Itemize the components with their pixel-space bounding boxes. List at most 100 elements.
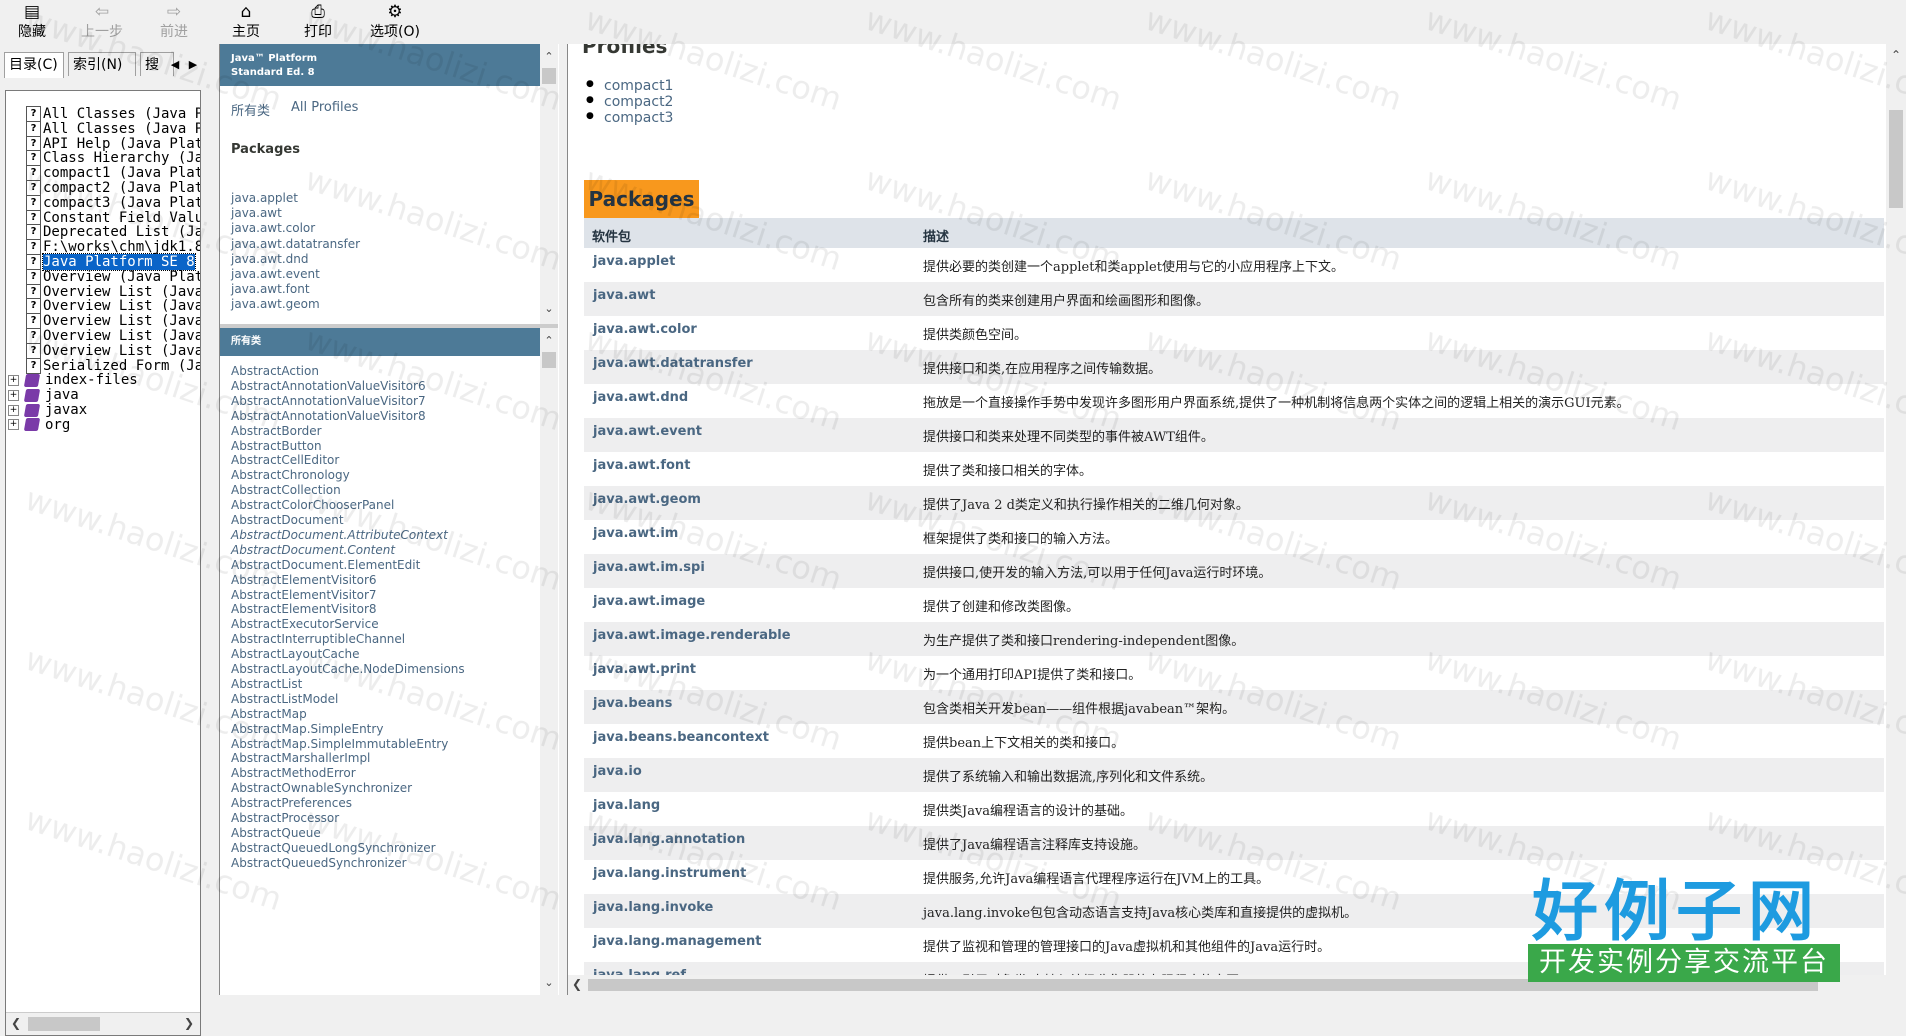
print-button[interactable]: ⎙ 打印 bbox=[288, 0, 348, 44]
package-name-link[interactable]: java.awt.image bbox=[593, 594, 705, 609]
package-name-link[interactable]: java.awt.im bbox=[593, 526, 678, 541]
options-button[interactable]: ⚙ 选项(O) bbox=[360, 0, 430, 44]
class-link[interactable]: AbstractDocument.Content bbox=[231, 543, 395, 557]
class-link[interactable]: AbstractLayoutCache.NodeDimensions bbox=[231, 662, 465, 676]
forward-button[interactable]: ⇨ 前进 bbox=[144, 0, 204, 44]
main-vertical-scrollbar[interactable]: ⌃ bbox=[1886, 44, 1906, 995]
class-link[interactable]: AbstractElementVisitor6 bbox=[231, 573, 377, 587]
scroll-right-icon[interactable]: ❯ bbox=[184, 1016, 194, 1030]
hide-button[interactable]: ▤ 隐藏 bbox=[2, 0, 62, 44]
all-classes-link[interactable]: 所有类 bbox=[231, 100, 270, 119]
class-link[interactable]: AbstractChronology bbox=[231, 468, 350, 482]
package-name-link[interactable]: java.awt.im.spi bbox=[593, 560, 705, 575]
class-link[interactable]: AbstractListModel bbox=[231, 692, 338, 706]
all-profiles-link[interactable]: All Profiles bbox=[291, 100, 358, 115]
package-name-link[interactable]: java.lang.instrument bbox=[593, 866, 746, 881]
scroll-up-icon[interactable]: ⌃ bbox=[540, 48, 558, 66]
tab-scroll-left-icon[interactable]: ◀ bbox=[168, 56, 182, 74]
tab-index[interactable]: 索引(N) bbox=[68, 52, 136, 76]
class-link[interactable]: AbstractColorChooserPanel bbox=[231, 498, 394, 512]
package-name-link[interactable]: java.awt.dnd bbox=[593, 390, 688, 405]
expand-icon[interactable]: + bbox=[8, 389, 19, 401]
package-name-link[interactable]: java.awt.image.renderable bbox=[593, 628, 791, 643]
class-link[interactable]: AbstractCollection bbox=[231, 483, 341, 497]
class-link[interactable]: AbstractAnnotationValueVisitor7 bbox=[231, 394, 426, 408]
class-link[interactable]: AbstractInterruptibleChannel bbox=[231, 632, 405, 646]
package-link[interactable]: java.applet bbox=[231, 191, 298, 205]
class-link[interactable]: AbstractExecutorService bbox=[231, 617, 379, 631]
class-link[interactable]: AbstractMethodError bbox=[231, 766, 356, 780]
package-link[interactable]: java.awt.datatransfer bbox=[231, 237, 360, 251]
class-link[interactable]: AbstractProcessor bbox=[231, 811, 339, 825]
package-name-link[interactable]: java.lang.annotation bbox=[593, 832, 745, 847]
scroll-left-icon[interactable]: ❮ bbox=[11, 1016, 21, 1030]
expand-icon[interactable]: + bbox=[8, 374, 19, 386]
home-button[interactable]: ⌂ 主页 bbox=[216, 0, 276, 44]
tab-contents[interactable]: 目录(C) bbox=[4, 52, 64, 78]
tree-horizontal-scrollbar[interactable]: ❮ ❯ bbox=[6, 1012, 200, 1035]
scroll-down-icon[interactable]: ⌄ bbox=[540, 974, 558, 992]
class-link[interactable]: AbstractMap.SimpleEntry bbox=[231, 722, 383, 736]
class-link[interactable]: AbstractDocument.AttributeContext bbox=[231, 528, 448, 542]
package-name-link[interactable]: java.lang.invoke bbox=[593, 900, 713, 915]
class-link[interactable]: AbstractAnnotationValueVisitor6 bbox=[231, 379, 426, 393]
class-link[interactable]: AbstractBorder bbox=[231, 424, 322, 438]
class-link[interactable]: AbstractButton bbox=[231, 439, 322, 453]
package-link[interactable]: java.awt.font bbox=[231, 282, 310, 296]
class-link[interactable]: AbstractMap.SimpleImmutableEntry bbox=[231, 737, 448, 751]
class-link[interactable]: AbstractDocument.ElementEdit bbox=[231, 558, 420, 572]
class-link[interactable]: AbstractDocument bbox=[231, 513, 344, 527]
profile-link[interactable]: compact3 bbox=[586, 110, 674, 126]
package-link[interactable]: java.awt.geom bbox=[231, 297, 320, 311]
frame-splitter[interactable] bbox=[559, 44, 567, 995]
package-link[interactable]: java.awt.dnd bbox=[231, 252, 308, 266]
class-link[interactable]: AbstractLayoutCache bbox=[231, 647, 359, 661]
class-link[interactable]: AbstractQueue bbox=[231, 826, 321, 840]
class-link[interactable]: AbstractPreferences bbox=[231, 796, 352, 810]
scroll-thumb[interactable] bbox=[542, 352, 556, 368]
tree-item[interactable]: + org bbox=[8, 416, 70, 434]
scroll-down-icon[interactable]: ⌄ bbox=[540, 300, 558, 318]
scroll-thumb[interactable] bbox=[1889, 110, 1903, 208]
package-name-link[interactable]: java.lang.management bbox=[593, 934, 761, 949]
pane-splitter[interactable] bbox=[204, 44, 219, 995]
class-link[interactable]: AbstractQueuedLongSynchronizer bbox=[231, 841, 436, 855]
package-name-link[interactable]: java.io bbox=[593, 764, 642, 779]
packages-frame-scrollbar[interactable]: ⌃ ⌄ bbox=[540, 44, 558, 324]
class-link[interactable]: AbstractAnnotationValueVisitor8 bbox=[231, 409, 426, 423]
back-button[interactable]: ⇦ 上一步 bbox=[72, 0, 132, 44]
package-name-link[interactable]: java.beans bbox=[593, 696, 672, 711]
scroll-thumb[interactable] bbox=[28, 1017, 100, 1031]
scroll-up-icon[interactable]: ⌃ bbox=[1891, 48, 1901, 62]
package-name-link[interactable]: java.applet bbox=[593, 254, 675, 269]
scroll-up-icon[interactable]: ⌃ bbox=[540, 332, 558, 350]
scroll-left-icon[interactable]: ❮ bbox=[572, 977, 582, 991]
profile-link[interactable]: compact2 bbox=[586, 94, 674, 110]
package-name-link[interactable]: java.awt.font bbox=[593, 458, 690, 473]
class-link[interactable]: AbstractElementVisitor8 bbox=[231, 602, 377, 616]
class-link[interactable]: AbstractCellEditor bbox=[231, 453, 339, 467]
package-name-link[interactable]: java.awt.event bbox=[593, 424, 702, 439]
class-link[interactable]: AbstractQueuedSynchronizer bbox=[231, 856, 407, 870]
expand-icon[interactable]: + bbox=[8, 419, 19, 431]
profile-link[interactable]: compact1 bbox=[586, 78, 674, 94]
expand-icon[interactable]: + bbox=[8, 404, 19, 416]
package-name-link[interactable]: java.awt.geom bbox=[593, 492, 701, 507]
package-name-link[interactable]: java.lang bbox=[593, 798, 660, 813]
class-link[interactable]: AbstractElementVisitor7 bbox=[231, 588, 377, 602]
class-link[interactable]: AbstractOwnableSynchronizer bbox=[231, 781, 412, 795]
package-name-link[interactable]: java.awt bbox=[593, 288, 655, 303]
classes-frame-scrollbar[interactable]: ⌃ ⌄ bbox=[540, 328, 558, 995]
package-name-link[interactable]: java.awt.print bbox=[593, 662, 696, 677]
tab-scroll-right-icon[interactable]: ▶ bbox=[186, 56, 200, 74]
package-name-link[interactable]: java.awt.datatransfer bbox=[593, 356, 753, 371]
class-link[interactable]: AbstractAction bbox=[231, 364, 319, 378]
package-link[interactable]: java.awt.event bbox=[231, 267, 320, 281]
package-link[interactable]: java.awt.color bbox=[231, 221, 315, 235]
package-link[interactable]: java.awt bbox=[231, 206, 282, 220]
class-link[interactable]: AbstractMarshallerImpl bbox=[231, 751, 370, 765]
class-link[interactable]: AbstractMap bbox=[231, 707, 307, 721]
package-name-link[interactable]: java.beans.beancontext bbox=[593, 730, 769, 745]
scroll-thumb[interactable] bbox=[542, 68, 556, 84]
class-link[interactable]: AbstractList bbox=[231, 677, 302, 691]
